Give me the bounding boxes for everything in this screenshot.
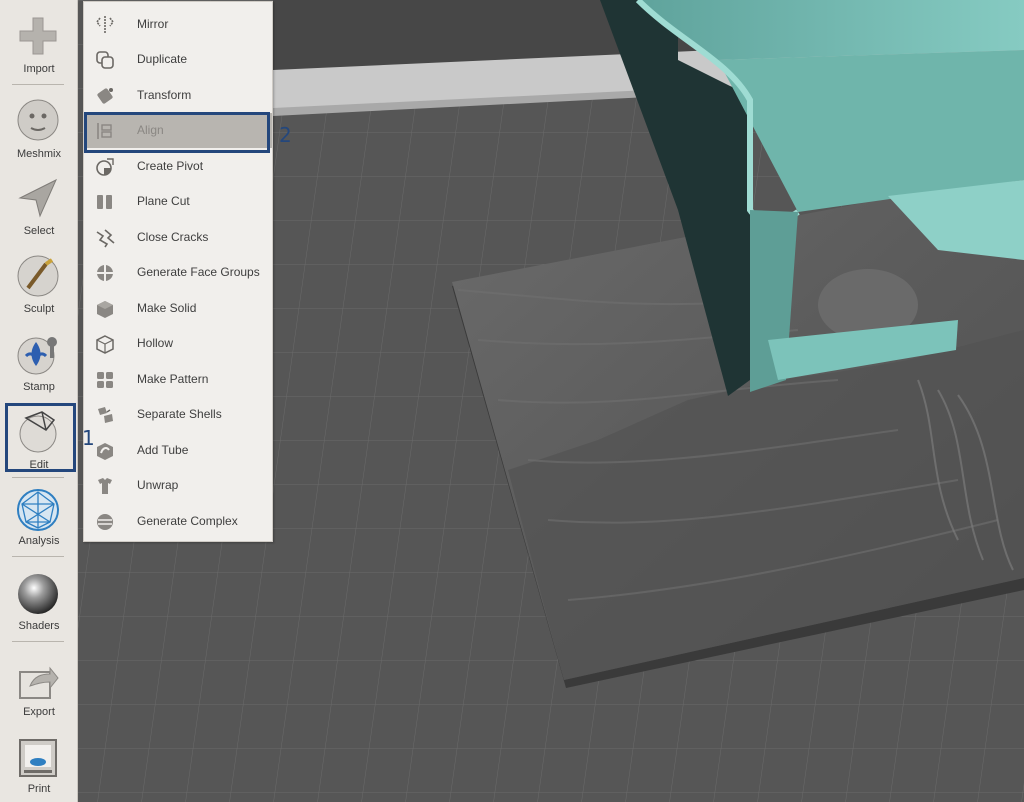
menu-item-generate-complex[interactable]: Generate Complex	[84, 504, 272, 539]
toolbar-analysis[interactable]: Analysis	[0, 482, 78, 552]
toolbar-stamp-label: Stamp	[23, 381, 55, 393]
toolbar-divider	[12, 84, 64, 85]
edit-highlight-box	[5, 403, 76, 472]
analysis-mesh-icon	[16, 488, 60, 532]
menu-item-mirror[interactable]: Mirror	[84, 7, 272, 42]
select-arrow-icon	[16, 176, 60, 220]
toolbar-select-label: Select	[23, 225, 55, 237]
main-toolbar: Import Meshmix Select Sculpt Stamp Edit	[0, 0, 78, 802]
plane-cut-icon	[95, 192, 115, 212]
menu-item-plane-cut[interactable]: Plane Cut	[84, 184, 272, 219]
shader-sphere-icon	[16, 572, 60, 616]
toolbar-print-label: Print	[27, 783, 51, 795]
mirror-icon	[95, 15, 115, 35]
toolbar-meshmix-label: Meshmix	[16, 148, 61, 160]
separate-shells-icon	[95, 405, 115, 425]
menu-item-separate-shells[interactable]: Separate Shells	[84, 397, 272, 432]
menu-item-make-solid[interactable]: Make Solid	[84, 291, 272, 326]
toolbar-select[interactable]: Select	[0, 170, 78, 240]
callout-number-2: 2	[279, 123, 292, 147]
toolbar-divider	[12, 641, 64, 642]
toolbar-divider	[12, 477, 64, 478]
menu-item-duplicate[interactable]: Duplicate	[84, 42, 272, 77]
toolbar-import-label: Import	[23, 63, 55, 75]
toolbar-meshmix[interactable]: Meshmix	[0, 92, 78, 162]
menu-item-transform[interactable]: Transform	[84, 78, 272, 113]
close-cracks-icon	[95, 228, 115, 248]
export-arrow-icon	[16, 658, 60, 702]
toolbar-import[interactable]: Import	[0, 8, 78, 80]
callout-number-1: 1	[82, 426, 95, 450]
generate-complex-icon	[95, 512, 115, 532]
toolbar-shaders-label: Shaders	[18, 620, 60, 632]
plus-icon	[16, 14, 60, 58]
unwrap-icon	[95, 476, 115, 496]
make-solid-icon	[95, 299, 115, 319]
transform-icon	[95, 86, 115, 106]
menu-item-generate-face-groups[interactable]: Generate Face Groups	[84, 255, 272, 290]
face-groups-icon	[95, 263, 115, 283]
toolbar-export[interactable]: Export	[0, 652, 78, 722]
pattern-icon	[95, 370, 115, 390]
menu-item-make-pattern[interactable]: Make Pattern	[84, 362, 272, 397]
meshmix-face-icon	[16, 98, 60, 142]
menu-item-add-tube[interactable]: Add Tube	[84, 433, 272, 468]
stamp-fleur-icon	[16, 332, 60, 376]
printer-icon	[16, 736, 60, 780]
sculpt-brush-icon	[16, 254, 60, 298]
toolbar-divider	[12, 556, 64, 557]
toolbar-stamp[interactable]: Stamp	[0, 326, 78, 396]
hollow-icon	[95, 334, 115, 354]
align-highlight-box	[84, 112, 270, 153]
menu-item-hollow[interactable]: Hollow	[84, 326, 272, 361]
edit-menu: Mirror Duplicate Transform Align Create …	[83, 1, 273, 542]
toolbar-sculpt-label: Sculpt	[23, 303, 55, 315]
toolbar-analysis-label: Analysis	[18, 535, 60, 547]
toolbar-sculpt[interactable]: Sculpt	[0, 248, 78, 318]
add-tube-icon	[95, 441, 115, 461]
pivot-icon	[95, 157, 115, 177]
menu-item-unwrap[interactable]: Unwrap	[84, 468, 272, 503]
duplicate-icon	[95, 50, 115, 70]
toolbar-shaders[interactable]: Shaders	[0, 566, 78, 636]
menu-item-create-pivot[interactable]: Create Pivot	[84, 149, 272, 184]
toolbar-print[interactable]: Print	[0, 730, 78, 800]
menu-item-close-cracks[interactable]: Close Cracks	[84, 220, 272, 255]
toolbar-export-label: Export	[23, 706, 55, 718]
